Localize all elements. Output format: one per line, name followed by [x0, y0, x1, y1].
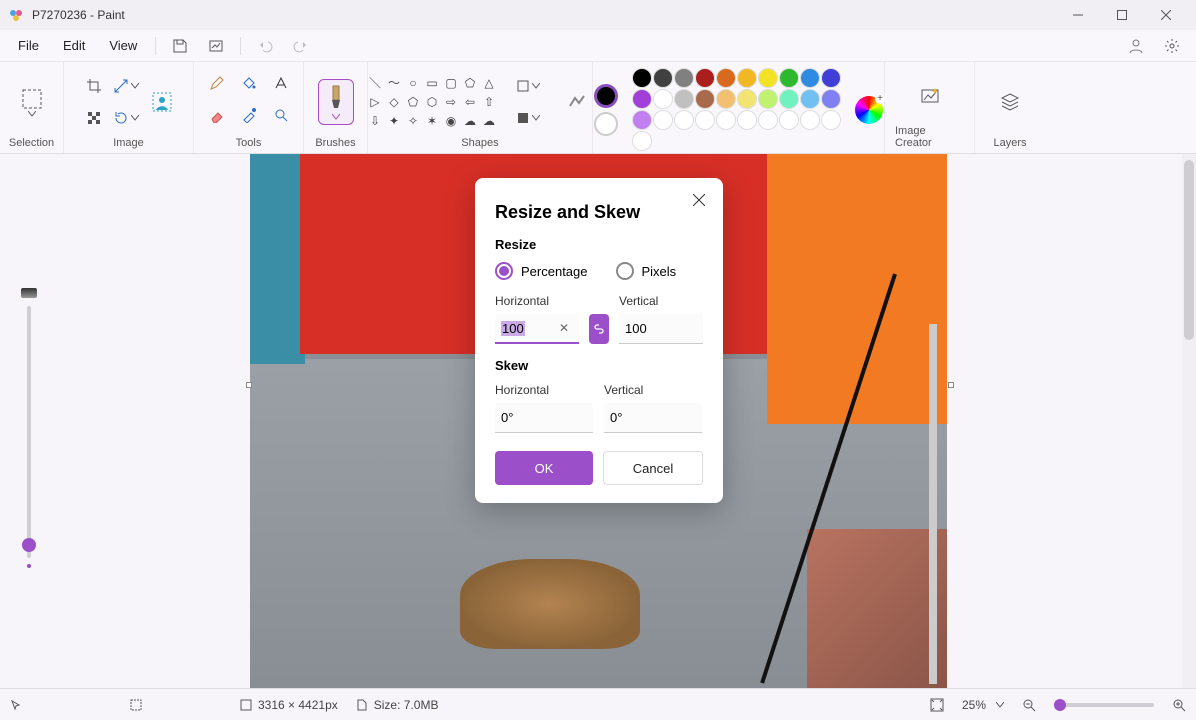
ok-button[interactable]: OK: [495, 451, 593, 485]
skew-vertical-input[interactable]: 0°: [604, 403, 702, 433]
clear-horizontal-button[interactable]: ✕: [555, 321, 573, 335]
resize-skew-dialog: Resize and Skew Resize Percentage Pixels…: [475, 178, 723, 503]
cancel-button[interactable]: Cancel: [603, 451, 703, 485]
resize-horizontal-label: Horizontal: [495, 294, 579, 308]
dialog-close-button[interactable]: [687, 188, 711, 212]
file-size: Size: 7.0MB: [356, 698, 439, 712]
zoom-slider[interactable]: [1054, 703, 1154, 707]
resize-vertical-input[interactable]: 100: [619, 314, 703, 344]
zoom-out-button[interactable]: [1022, 698, 1036, 712]
zoom-level: 25%: [962, 698, 1004, 712]
skew-section-label: Skew: [495, 358, 703, 373]
zoom-in-button[interactable]: [1172, 698, 1186, 712]
selection-size: [130, 699, 142, 711]
dialog-title: Resize and Skew: [495, 202, 703, 223]
resize-section-label: Resize: [495, 237, 703, 252]
percentage-radio-label: Percentage: [521, 264, 588, 279]
cursor-position: [10, 699, 22, 711]
skew-vertical-label: Vertical: [604, 383, 703, 397]
skew-horizontal-input[interactable]: 0°: [495, 403, 593, 433]
maintain-aspect-ratio-button[interactable]: [589, 314, 609, 344]
status-bar: 3316 × 4421px Size: 7.0MB 25%: [0, 688, 1196, 720]
image-dimensions: 3316 × 4421px: [240, 698, 338, 712]
skew-horizontal-label: Horizontal: [495, 383, 594, 397]
resize-vertical-label: Vertical: [619, 294, 703, 308]
pixels-radio[interactable]: Pixels: [616, 262, 677, 280]
pixels-radio-label: Pixels: [642, 264, 677, 279]
fit-to-window-button[interactable]: [930, 698, 944, 712]
dialog-backdrop: Resize and Skew Resize Percentage Pixels…: [0, 0, 1196, 720]
resize-horizontal-input[interactable]: 100✕: [495, 314, 579, 344]
percentage-radio[interactable]: Percentage: [495, 262, 588, 280]
